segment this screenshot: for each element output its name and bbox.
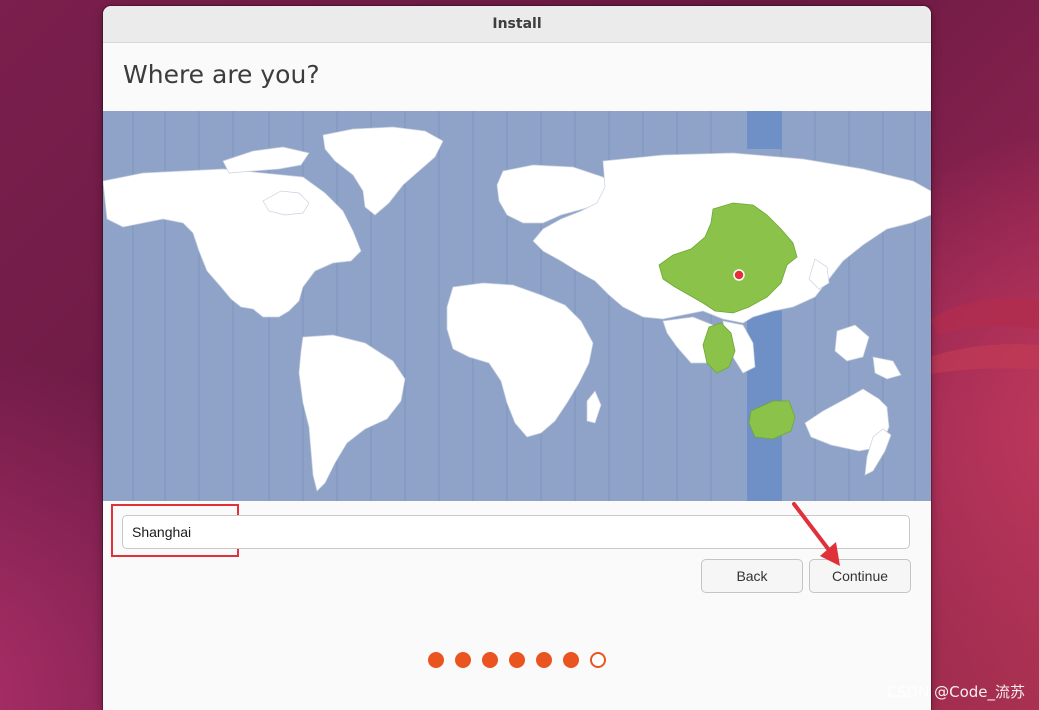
progress-dot — [428, 652, 444, 668]
progress-dot — [536, 652, 552, 668]
progress-dot-current — [590, 652, 606, 668]
back-button-label: Back — [736, 568, 768, 584]
progress-indicator — [103, 652, 931, 668]
watermark: CSDN @Code_流苏 — [886, 683, 1025, 701]
progress-dot — [455, 652, 471, 668]
progress-dot — [482, 652, 498, 668]
location-input[interactable] — [122, 515, 910, 549]
continents — [103, 126, 931, 492]
page-title: Where are you? — [123, 60, 320, 89]
progress-dot — [563, 652, 579, 668]
back-button[interactable]: Back — [701, 559, 803, 593]
window-titlebar: Install — [103, 6, 931, 43]
installer-window: Install Where are you? Shanghai Back Con… — [103, 6, 931, 710]
window-title: Install — [492, 16, 542, 32]
continue-button-label: Continue — [831, 568, 889, 584]
wallpaper-swoosh — [919, 297, 1039, 375]
progress-dot — [509, 652, 525, 668]
location-pin-icon — [733, 269, 745, 281]
selected-timezone-band-top — [747, 111, 782, 149]
continue-button[interactable]: Continue — [809, 559, 911, 593]
timezone-map[interactable] — [103, 111, 931, 501]
